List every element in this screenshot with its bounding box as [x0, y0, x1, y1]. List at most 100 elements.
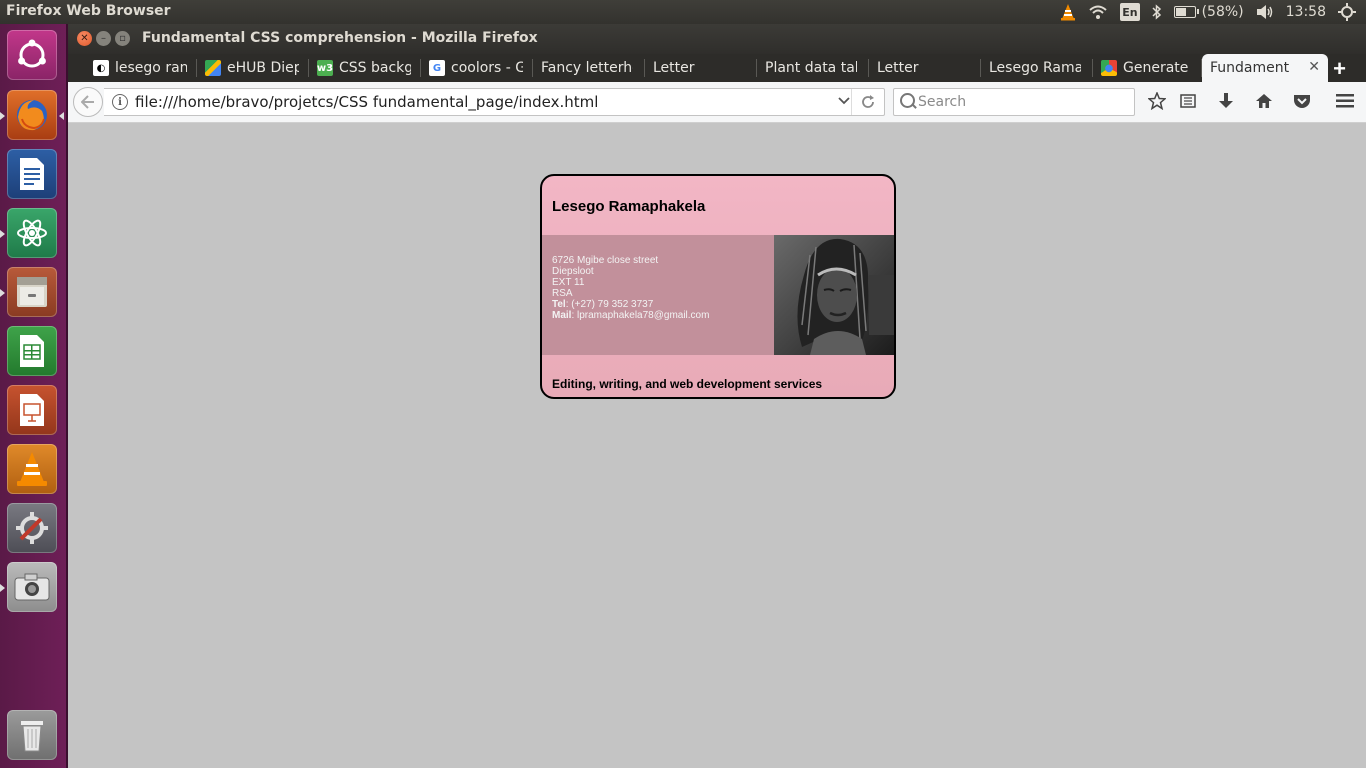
mail-label: Mail — [552, 310, 572, 321]
keyboard-layout-indicator[interactable]: En — [1120, 3, 1140, 21]
url-dropdown-icon[interactable] — [838, 93, 850, 108]
trash-icon[interactable] — [7, 710, 57, 760]
hamburger-menu-icon[interactable] — [1334, 90, 1356, 112]
running-indicator — [0, 584, 5, 592]
tab-label: Lesego Ramap — [989, 60, 1081, 76]
home-icon[interactable] — [1253, 90, 1275, 112]
system-settings-icon[interactable] — [7, 503, 57, 553]
clock[interactable]: 13:58 — [1286, 3, 1326, 21]
window-maximize-button[interactable]: ▫ — [115, 31, 130, 46]
window-minimize-button[interactable]: – — [96, 31, 111, 46]
battery-fill — [1175, 8, 1186, 16]
tel-value: : (+27) 79 352 3737 — [565, 299, 654, 310]
address-line: RSA — [552, 288, 573, 299]
search-icon — [900, 93, 915, 108]
address-line: EXT 11 — [552, 277, 585, 288]
tab[interactable]: eHUB Diep — [197, 54, 309, 82]
chrome-icon: ● — [1101, 60, 1117, 76]
reading-list-icon[interactable] — [1177, 90, 1199, 112]
running-indicator — [0, 112, 5, 120]
tab-label: Letter — [877, 60, 919, 76]
files-icon[interactable] — [7, 267, 57, 317]
system-indicators: En (58%) 13:58 — [1060, 3, 1356, 21]
tab-label: Generate — [1123, 60, 1189, 76]
w3schools-icon: w3 — [317, 60, 333, 76]
downloads-arrow-icon[interactable] — [1215, 90, 1237, 112]
window-title: Fundamental CSS comprehension - Mozilla … — [142, 30, 538, 46]
bookmark-star-icon[interactable] — [1146, 90, 1168, 112]
back-arrow-icon — [81, 95, 94, 109]
card-email: Mail: lpramaphakela78@gmail.com — [552, 310, 709, 321]
url-text[interactable]: file:///home/bravo/projetcs/CSS fundamen… — [135, 93, 598, 111]
battery-percent: (58%) — [1201, 4, 1244, 20]
tab-close-icon[interactable]: ✕ — [1308, 59, 1320, 75]
running-indicator — [0, 289, 5, 297]
tab-label: Fundament — [1210, 60, 1290, 76]
tab-label: coolors - G — [451, 60, 523, 76]
vlc-icon[interactable] — [7, 444, 57, 494]
mail-value: : lpramaphakela78@gmail.com — [571, 310, 710, 321]
tab-active[interactable]: Fundament ✕ — [1202, 54, 1328, 82]
wifi-icon[interactable] — [1088, 3, 1108, 21]
libreoffice-calc-icon[interactable] — [7, 326, 57, 376]
tab-label: lesego ran — [115, 60, 187, 76]
tab[interactable]: w3 CSS backg — [309, 54, 421, 82]
url-bar[interactable]: i file:///home/bravo/projetcs/CSS fundam… — [104, 88, 885, 116]
tab-label: Fancy letterhe — [541, 60, 633, 76]
address-line: 6726 Mgibe close street — [552, 255, 659, 266]
card-services: Editing, writing, and web development se… — [552, 377, 823, 391]
tab-label: Plant data tab — [765, 60, 857, 76]
reload-icon — [862, 95, 874, 108]
tab[interactable]: Letter — [869, 54, 981, 82]
window-titlebar[interactable]: ✕ – ▫ Fundamental CSS comprehension - Mo… — [68, 24, 1366, 54]
google-icon: G — [429, 60, 445, 76]
ubuntu-dash-icon[interactable] — [7, 30, 57, 80]
active-app-title: Firefox Web Browser — [6, 3, 171, 19]
tab[interactable]: ● Generate — [1093, 54, 1202, 82]
battery-icon — [1173, 6, 1199, 18]
firefox-icon[interactable] — [7, 90, 57, 140]
focused-indicator — [59, 112, 64, 120]
site-info-icon[interactable]: i — [112, 94, 128, 110]
tab[interactable]: Lesego Ramap — [981, 54, 1093, 82]
document-icon: ◐ — [93, 60, 109, 76]
bluetooth-icon[interactable] — [1152, 3, 1162, 21]
atom-editor-icon[interactable] — [7, 208, 57, 258]
running-indicator — [0, 230, 5, 238]
card-address: 6726 Mgibe close street Diepsloot EXT 11… — [552, 255, 709, 321]
maps-icon — [205, 60, 221, 76]
back-button[interactable] — [73, 87, 103, 117]
volume-icon[interactable] — [1256, 3, 1274, 21]
search-bar[interactable]: Search — [893, 88, 1135, 116]
card-telephone: Tel: (+27) 79 352 3737 — [552, 299, 709, 310]
settings-gear-icon[interactable] — [1338, 3, 1356, 21]
tel-label: Tel — [552, 299, 566, 310]
libreoffice-writer-icon[interactable] — [7, 149, 57, 199]
tab[interactable]: Gcoolors - G — [421, 54, 533, 82]
navigation-toolbar: i file:///home/bravo/projetcs/CSS fundam… — [68, 82, 1366, 123]
tab-label: eHUB Diep — [227, 60, 299, 76]
address-line: Diepsloot — [552, 266, 594, 277]
tab[interactable]: Letter — [645, 54, 757, 82]
reload-button[interactable] — [851, 89, 884, 115]
tab-label: CSS backg — [339, 60, 411, 76]
tab[interactable]: ◐ lesego ran — [85, 54, 197, 82]
window-close-button[interactable]: ✕ — [77, 31, 92, 46]
card-name: Lesego Ramaphakela — [552, 198, 706, 215]
screenshot-camera-icon[interactable] — [7, 562, 57, 612]
system-top-panel: Firefox Web Browser En (58%) 13:58 — [0, 0, 1366, 24]
profile-photo — [774, 235, 894, 355]
tab[interactable]: Plant data tab — [757, 54, 869, 82]
tab-strip: + ◐ lesego ran eHUB Diep w3 CSS backg Gcoolor… — [68, 54, 1366, 82]
battery-indicator[interactable]: (58%) — [1173, 3, 1244, 21]
tab[interactable]: Fancy letterhe — [533, 54, 645, 82]
new-tab-button[interactable]: + — [1333, 56, 1346, 82]
tab-label: Letter — [653, 60, 695, 76]
search-placeholder[interactable]: Search — [918, 94, 966, 110]
libreoffice-impress-icon[interactable] — [7, 385, 57, 435]
unity-launcher — [0, 24, 68, 768]
pocket-icon[interactable] — [1291, 90, 1313, 112]
business-card: Lesego Ramaphakela 6726 Mgibe close stre… — [540, 174, 896, 399]
vlc-tray-icon[interactable] — [1060, 3, 1076, 21]
card-details-section: 6726 Mgibe close street Diepsloot EXT 11… — [542, 235, 894, 355]
